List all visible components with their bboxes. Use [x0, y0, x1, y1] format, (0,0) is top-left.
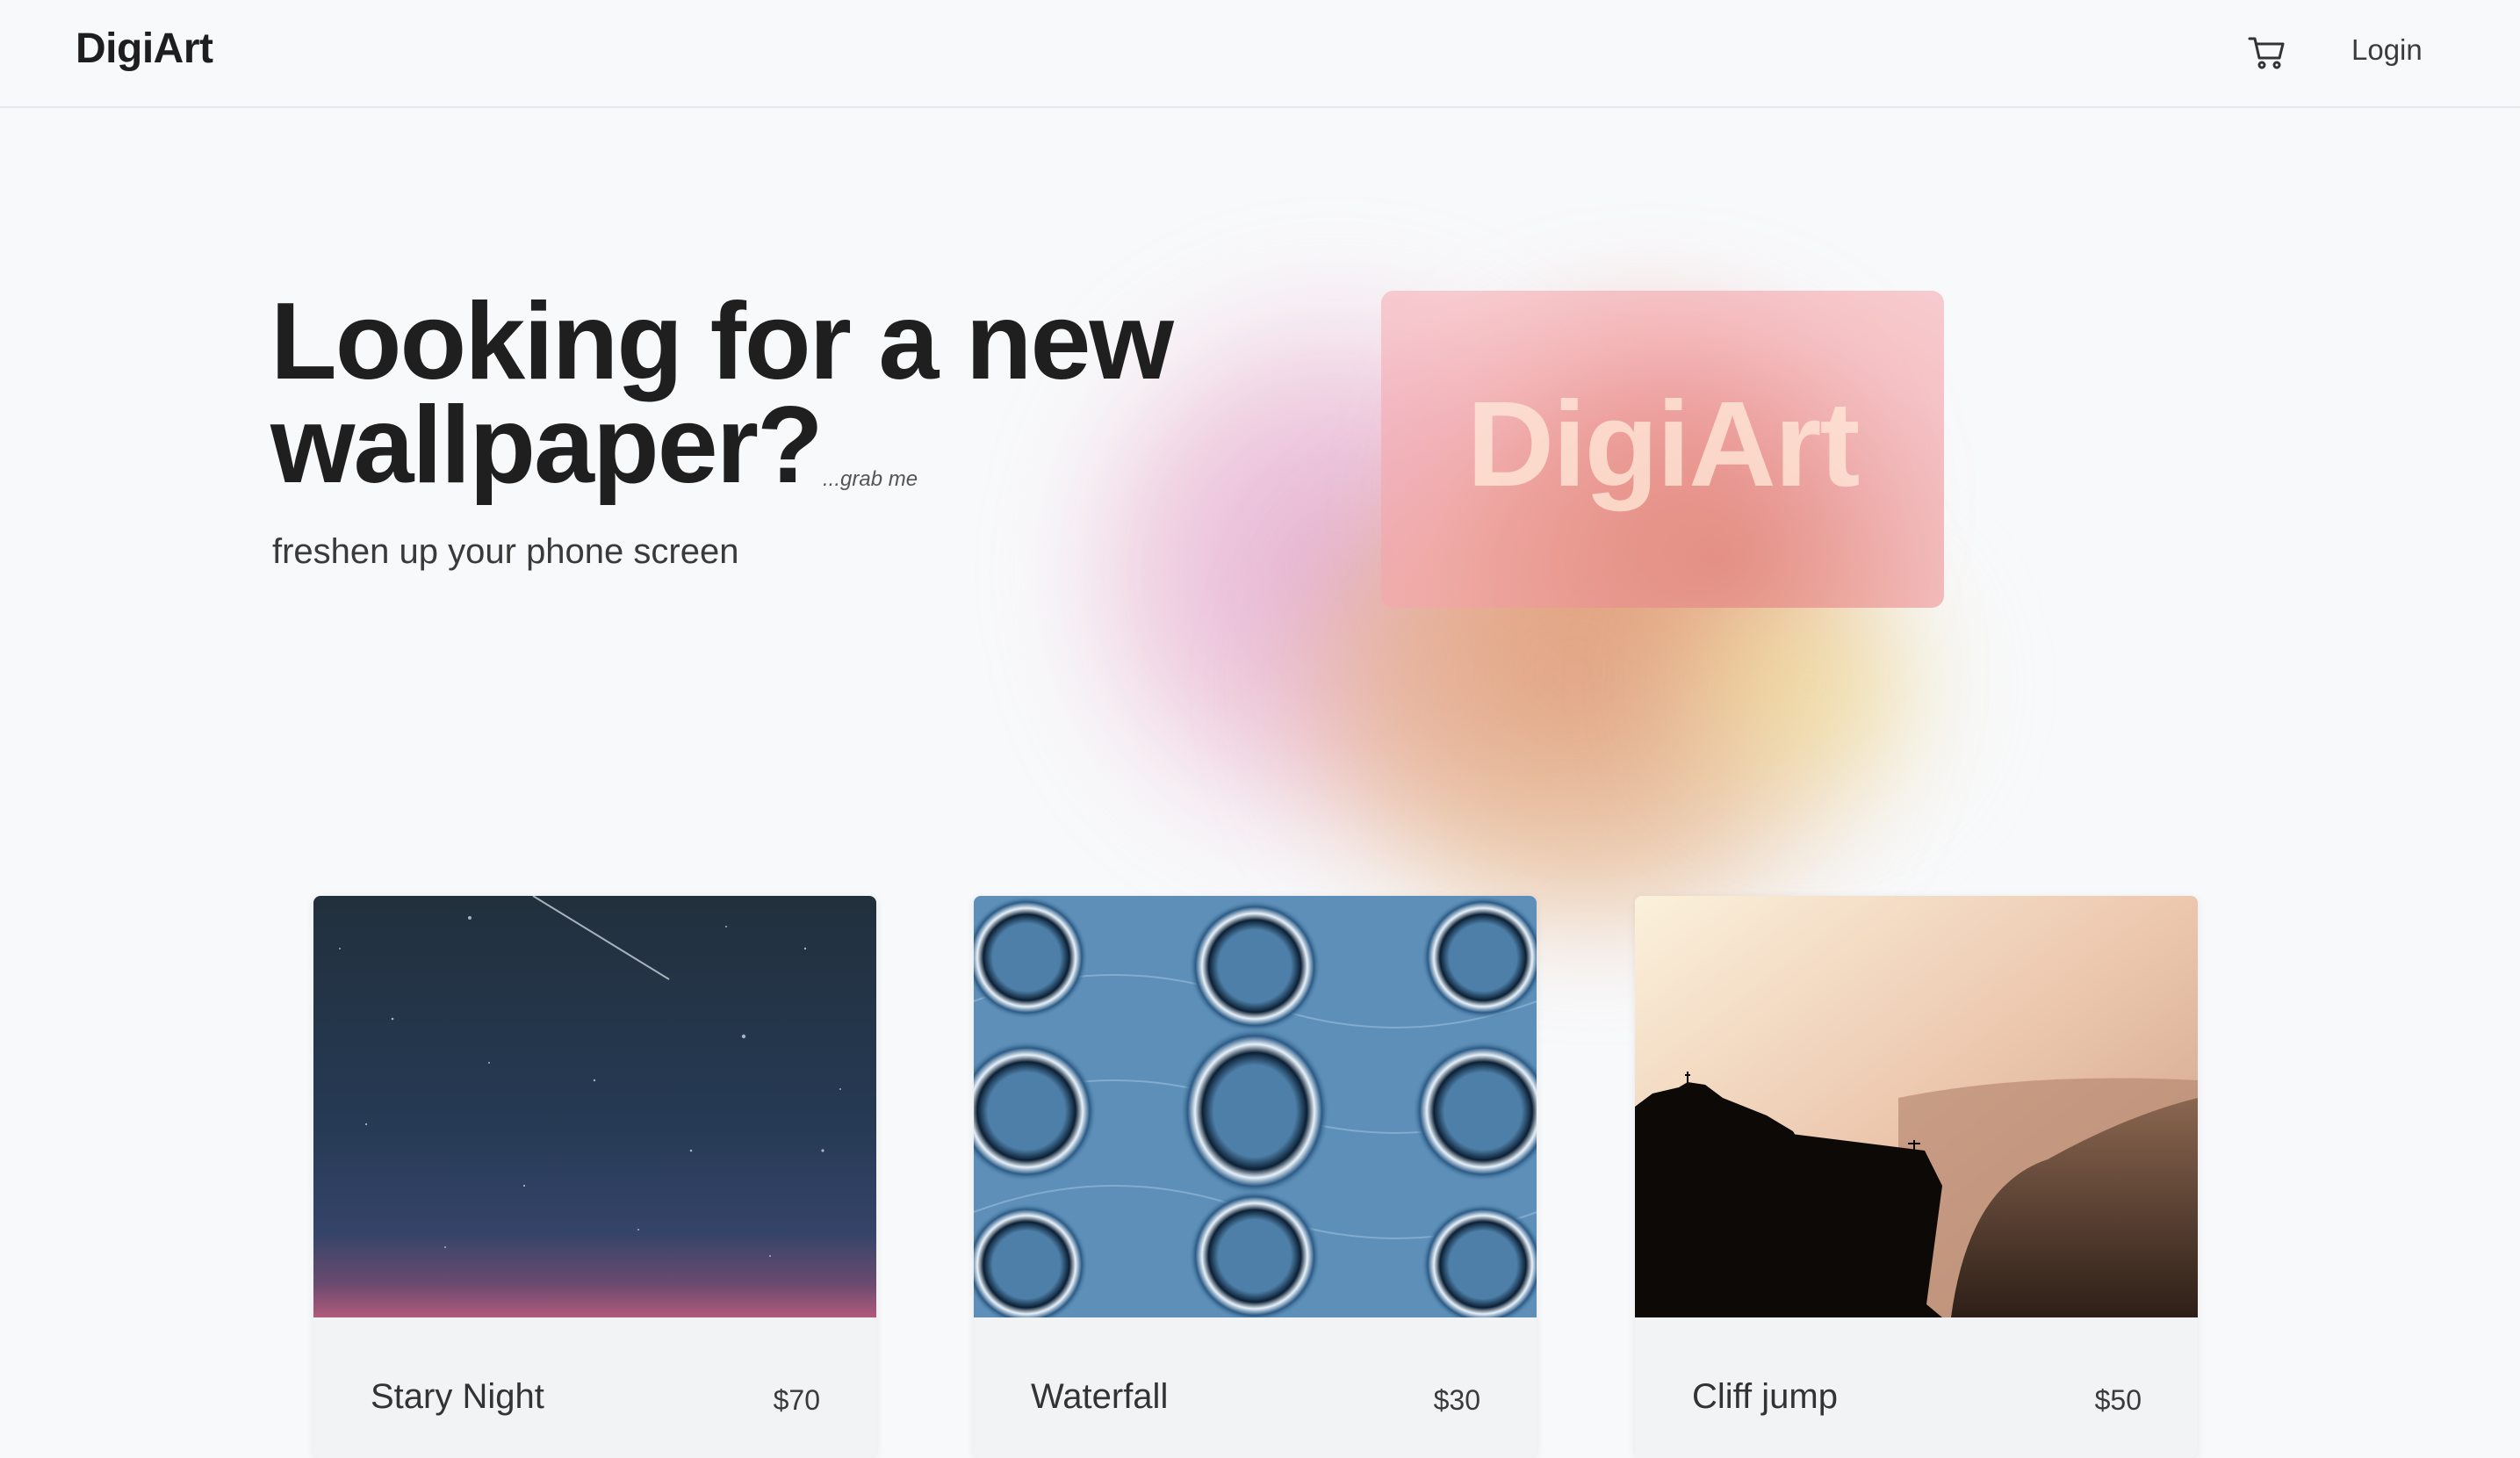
hero-tagline: ...grab me	[823, 467, 918, 491]
product-card[interactable]: Waterfall $30	[974, 896, 1537, 1458]
product-price: $70	[773, 1384, 820, 1416]
brand-logo[interactable]: DigiArt	[76, 25, 213, 73]
product-name: Cliff jump	[1692, 1377, 1838, 1416]
product-price: $30	[1433, 1384, 1480, 1416]
product-name: Stary Night	[371, 1377, 544, 1416]
hero-card-text: DigiArt	[1466, 377, 1861, 512]
hero-subtitle: freshen up your phone screen	[272, 532, 739, 571]
product-name: Waterfall	[1031, 1377, 1169, 1416]
hero-brand-card: DigiArt	[1381, 291, 1944, 608]
cart-icon[interactable]	[2246, 32, 2288, 74]
login-link[interactable]: Login	[2351, 33, 2423, 67]
navbar: DigiArt Login	[0, 0, 2520, 108]
product-image-cliff-jump[interactable]	[1635, 896, 2198, 1317]
hero-title-line-2: wallpaper?	[270, 385, 824, 506]
product-card[interactable]: Cliff jump $50	[1635, 896, 2198, 1458]
product-price: $50	[2094, 1384, 2142, 1416]
product-image-stary-night[interactable]	[313, 896, 876, 1317]
hero-title: Looking for a new wallpaper?	[270, 287, 1236, 500]
product-image-waterfall[interactable]	[974, 896, 1537, 1317]
product-card[interactable]: Stary Night $70	[313, 896, 876, 1458]
